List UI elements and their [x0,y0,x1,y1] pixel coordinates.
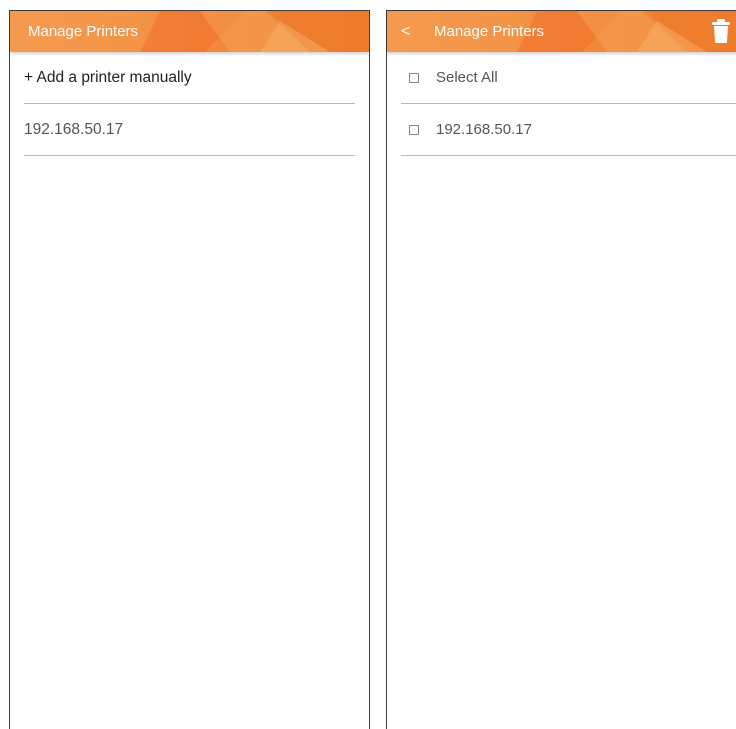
app-bar-title: Manage Printers [434,23,545,40]
printer-list-item[interactable]: 192.168.50.17 [401,104,736,156]
screenshot-canvas: Manage Printers + Add a printer manually… [0,0,736,729]
back-arrow-icon[interactable]: < [401,11,410,52]
trash-icon[interactable] [712,19,730,43]
select-all-label: Select All [436,69,498,86]
printer-address-label: 192.168.50.17 [436,121,532,138]
select-all-item[interactable]: Select All [401,52,736,104]
checkbox-icon[interactable] [409,124,419,135]
manage-printers-screen: Manage Printers + Add a printer manually… [9,10,370,729]
app-bar: Manage Printers [10,11,369,52]
manage-printers-edit-screen: < Manage Printers Select All 192.168.50.… [386,10,736,729]
checkbox-icon[interactable] [409,72,419,83]
app-bar-title: Manage Printers [28,23,139,40]
add-printer-manually-item[interactable]: + Add a printer manually [24,52,355,104]
printer-list-item[interactable]: 192.168.50.17 [24,104,355,156]
add-printer-manually-label: + Add a printer manually [24,68,192,86]
printer-address-label: 192.168.50.17 [24,120,124,138]
app-bar: < Manage Printers [387,11,736,52]
